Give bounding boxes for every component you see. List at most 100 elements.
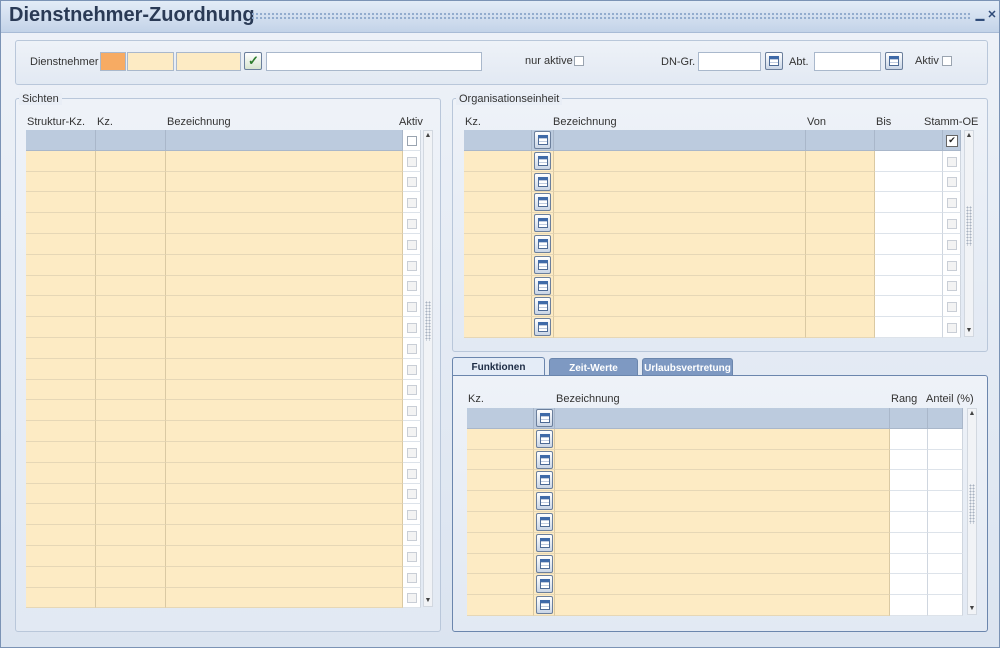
stamm-oe-checkbox[interactable] [947,301,957,312]
stamm-oe-checkbox[interactable] [947,239,957,250]
scroll-grip[interactable] [425,301,431,341]
row-lov-button[interactable] [536,555,553,573]
sichten-cell[interactable] [96,504,166,525]
dienstnehmer-name-field[interactable] [266,52,482,71]
sichten-cell[interactable] [96,525,166,546]
aktiv-checkbox[interactable] [407,343,417,354]
sichten-cell[interactable] [26,546,96,567]
org-kz-cell[interactable] [464,317,532,338]
sichten-cell[interactable] [166,546,403,567]
org-kz-cell[interactable] [464,276,532,296]
stamm-oe-checkbox[interactable] [947,260,957,271]
org-bis-cell[interactable] [875,192,943,213]
sichten-cell[interactable] [26,276,96,296]
scroll-grip[interactable] [969,484,975,524]
sichten-cell[interactable] [96,359,166,380]
sichten-cell[interactable] [26,504,96,525]
sichten-cell[interactable] [166,380,403,400]
sichten-cell[interactable] [166,255,403,276]
fkt-bezeichnung-cell[interactable] [555,491,890,512]
sichten-cell[interactable] [26,172,96,192]
fkt-anteil-cell[interactable] [928,595,963,616]
fkt-rang-cell[interactable] [890,491,928,512]
row-lov-button[interactable] [536,534,553,552]
stamm-oe-checkbox[interactable] [947,281,957,291]
aktiv-checkbox[interactable] [407,156,417,167]
row-lov-button[interactable] [534,256,551,274]
fkt-bezeichnung-cell[interactable] [555,429,890,450]
sichten-cell[interactable] [166,213,403,234]
sichten-cell[interactable] [96,151,166,172]
dienstnehmer-lov-button[interactable]: ✓ [244,52,262,70]
fkt-anteil-cell[interactable] [928,533,963,554]
sichten-cell[interactable] [166,359,403,380]
fkt-bezeichnung-cell[interactable] [555,470,890,491]
scroll-down-icon[interactable]: ▼ [424,596,432,606]
row-lov-button[interactable] [534,318,551,336]
fkt-anteil-cell[interactable] [928,491,963,512]
sichten-cell[interactable] [166,463,403,484]
dienstnehmer-field-3[interactable] [176,52,241,71]
sichten-cell[interactable] [26,463,96,484]
fkt-rang-cell[interactable] [890,595,928,616]
sichten-cell[interactable] [26,338,96,359]
aktiv-checkbox[interactable] [942,56,952,66]
sichten-cell[interactable] [166,504,403,525]
sichten-cell[interactable] [26,151,96,172]
sichten-cell[interactable] [26,588,96,608]
fkt-anteil-cell[interactable] [928,554,963,574]
org-scrollbar[interactable]: ▲ ▼ [964,130,974,337]
org-von-cell[interactable] [806,213,875,234]
dngr-field[interactable] [698,52,761,71]
nur-aktive-checkbox[interactable] [574,56,584,66]
sichten-cell[interactable] [26,421,96,442]
sichten-cell[interactable] [166,317,403,338]
scroll-grip[interactable] [966,206,972,246]
org-von-cell[interactable] [806,234,875,255]
aktiv-checkbox[interactable] [407,447,417,458]
stamm-oe-checkbox[interactable] [947,177,957,187]
sichten-cell[interactable] [26,380,96,400]
org-von-cell[interactable] [806,172,875,192]
fkt-anteil-cell[interactable] [928,574,963,595]
fkt-kz-cell[interactable] [467,470,534,491]
row-lov-button[interactable] [534,277,551,295]
org-bezeichnung-cell[interactable] [554,192,806,213]
aktiv-checkbox[interactable] [407,135,417,146]
row-lov-button[interactable] [534,297,551,315]
sichten-cell[interactable] [26,484,96,504]
sichten-cell[interactable] [26,255,96,276]
fkt-bezeichnung-cell[interactable] [555,574,890,595]
org-bezeichnung-cell[interactable] [554,130,806,151]
sichten-cell[interactable] [166,421,403,442]
org-bis-cell[interactable] [875,213,943,234]
sichten-cell[interactable] [96,380,166,400]
org-von-cell[interactable] [806,151,875,172]
aktiv-checkbox[interactable] [407,405,417,416]
sichten-cell[interactable] [26,234,96,255]
fkt-rang-cell[interactable] [890,470,928,491]
sichten-cell[interactable] [96,400,166,421]
stamm-oe-checkbox[interactable] [947,197,957,208]
row-lov-button[interactable] [536,596,553,614]
aktiv-checkbox[interactable] [407,301,417,312]
sichten-cell[interactable] [166,484,403,504]
scroll-up-icon[interactable]: ▲ [968,409,976,419]
sichten-cell[interactable] [96,442,166,463]
aktiv-checkbox[interactable] [407,530,417,541]
row-lov-button[interactable] [534,152,551,170]
aktiv-checkbox[interactable] [407,593,417,603]
scroll-up-icon[interactable]: ▲ [424,131,432,141]
sichten-cell[interactable] [96,255,166,276]
sichten-cell[interactable] [96,484,166,504]
row-lov-button[interactable] [536,409,553,427]
scroll-down-icon[interactable]: ▼ [965,326,973,336]
sichten-cell[interactable] [166,588,403,608]
fkt-bezeichnung-cell[interactable] [555,408,890,429]
fkt-bezeichnung-cell[interactable] [555,554,890,574]
sichten-cell[interactable] [166,525,403,546]
fkt-kz-cell[interactable] [467,574,534,595]
sichten-cell[interactable] [166,234,403,255]
fkt-rang-cell[interactable] [890,429,928,450]
sichten-cell[interactable] [96,234,166,255]
